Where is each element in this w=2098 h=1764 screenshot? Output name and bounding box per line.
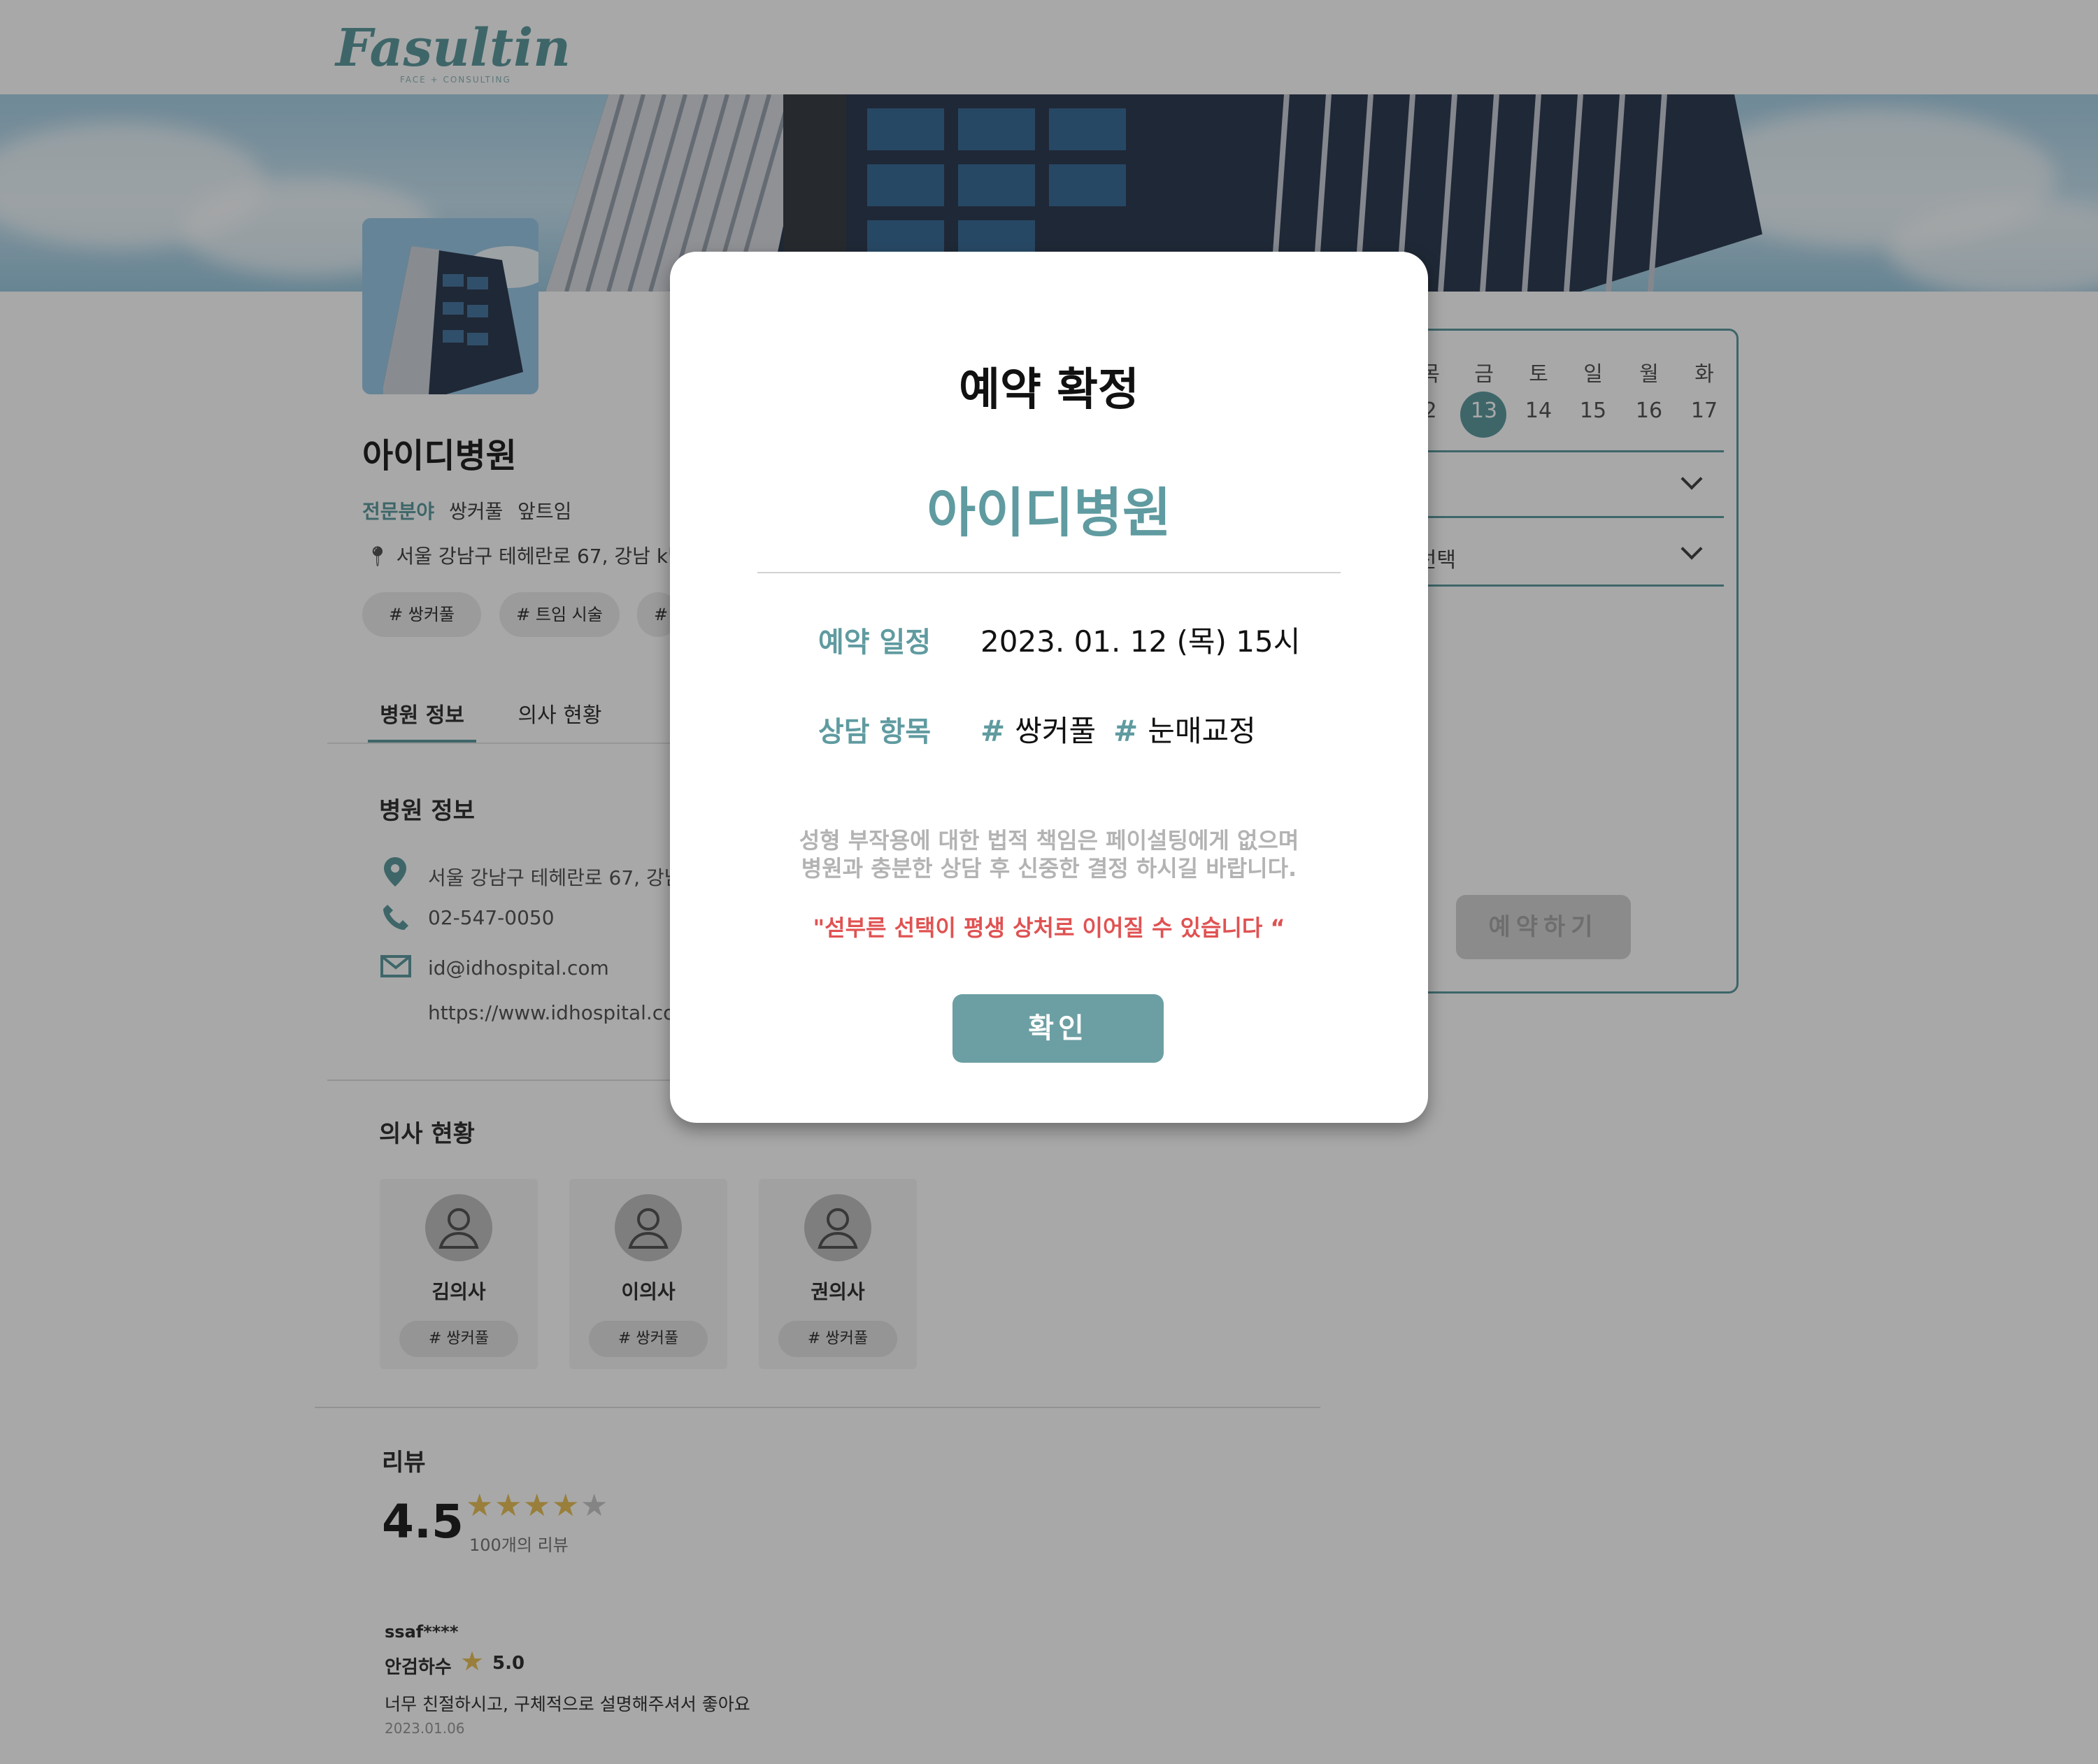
hash-icon: # [1113,714,1139,748]
hash-icon: # [980,714,1006,748]
legal-notice: 성형 부작용에 대한 법적 책임은 페이설팅에게 없으며 병원과 충분한 상담 … [670,826,1428,882]
confirm-button[interactable]: 확인 [952,994,1164,1063]
consult-item: # 눈매교정 [1113,708,1256,750]
consult-item: # 쌍커풀 [980,708,1096,750]
modal-hospital-name: 아이디병원 [927,482,1171,544]
schedule-value: 2023. 01. 12 (목) 15시 [980,624,1301,659]
reservation-confirm-modal: 예약 확정 아이디병원 예약 일정 2023. 01. 12 (목) 15시 상… [670,252,1428,1123]
warning-text: "섣부른 선택이 평생 상처로 이어질 수 있습니다 “ [813,915,1285,941]
modal-divider [757,572,1341,573]
notice-line: 성형 부작용에 대한 법적 책임은 페이설팅에게 없으며 [799,827,1299,854]
consult-item-text: 눈매교정 [1148,714,1256,748]
modal-title: 예약 확정 [959,364,1139,416]
consult-item-text: 쌍커풀 [1015,714,1097,748]
schedule-label: 예약 일정 [818,626,932,659]
notice-line: 병원과 충분한 상담 후 신중한 결정 하시길 바랍니다. [801,855,1297,882]
consult-items-label: 상담 항목 [818,716,932,748]
